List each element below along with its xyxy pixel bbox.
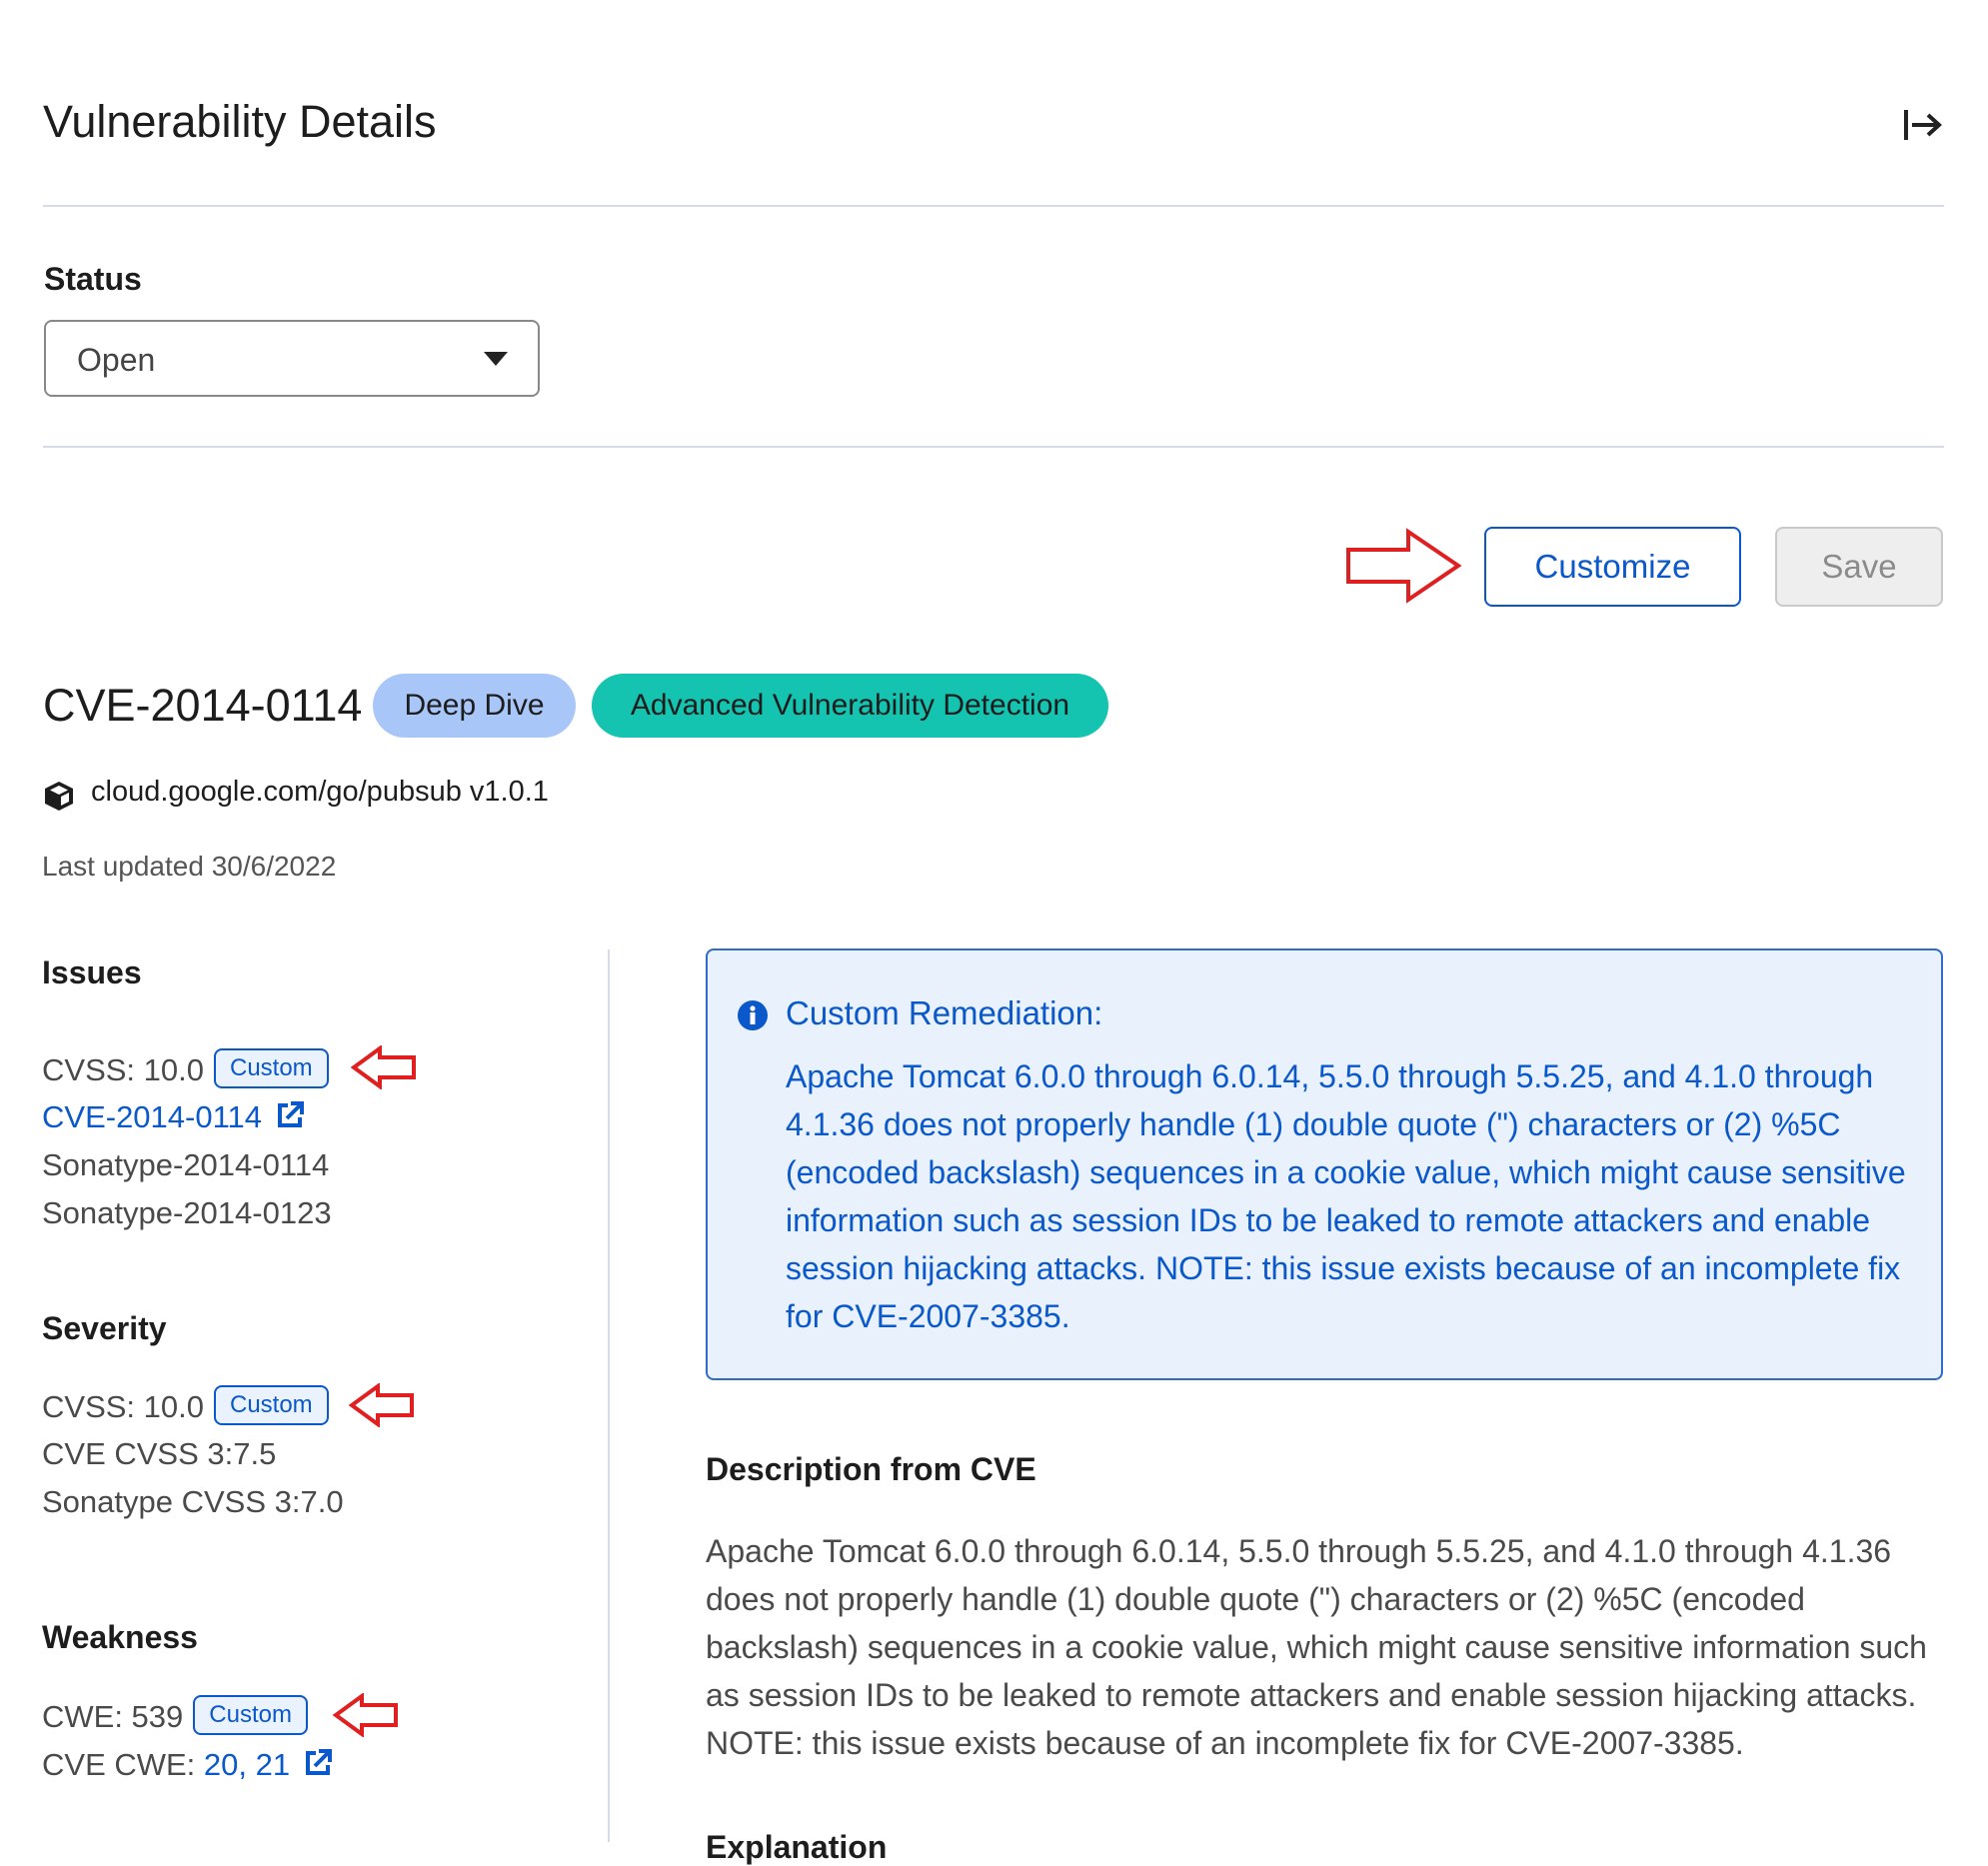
issues-cve-link-row: CVE-2014-0114 [42,1099,306,1135]
cve-cwe-label: CVE CWE: [42,1747,204,1782]
status-label: Status [44,261,142,297]
explanation-heading: Explanation [706,1829,888,1865]
status-select-value: Open [77,342,156,378]
custom-badge: Custom [213,1048,329,1088]
external-link-icon[interactable] [274,1099,306,1131]
custom-remediation-text: Apache Tomcat 6.0.0 through 6.0.14, 5.5.… [786,1058,1906,1334]
cve-link[interactable]: CVE-2014-0114 [42,1099,262,1134]
info-icon [738,1000,768,1030]
cve-cwe-row: CVE CWE: 20, 21 [42,1747,334,1783]
cve-cwe-links[interactable]: 20, 21 [204,1747,290,1782]
annotation-arrow-right-icon [1346,528,1462,604]
collapse-right-icon[interactable] [1902,104,1944,146]
external-link-icon[interactable] [302,1747,334,1779]
panel-title: Vulnerability Details [43,96,437,147]
package-icon [45,782,73,811]
annotation-arrow-left-icon [348,1383,414,1427]
custom-badge: Custom [193,1695,308,1735]
customize-button[interactable]: Customize [1484,527,1741,607]
divider [43,205,1944,207]
severity-cvss-value: CVSS: 10.0 [42,1389,204,1425]
issues-cvss-row: CVSS: 10.0 Custom [42,1048,329,1092]
deep-dive-badge: Deep Dive [373,674,576,738]
sonatype-cvss-line: Sonatype CVSS 3:7.0 [42,1484,344,1519]
divider [43,446,1944,448]
description-text: Apache Tomcat 6.0.0 through 6.0.14, 5.5.… [706,1533,1927,1761]
caret-down-icon [484,352,508,366]
column-divider [608,949,610,1842]
last-updated: Last updated 30/6/2022 [42,851,337,882]
vulnerability-id: CVE-2014-0114 [43,680,363,731]
cwe-row: CWE: 539 Custom [42,1695,308,1739]
annotation-arrow-left-icon [332,1693,398,1737]
cwe-value: CWE: 539 [42,1699,184,1735]
description-heading: Description from CVE [706,1451,1036,1487]
custom-remediation-title: Custom Remediation: [786,994,1103,1031]
annotation-arrow-left-icon [350,1045,416,1089]
status-select[interactable]: Open [44,320,540,397]
avd-badge: Advanced Vulnerability Detection [592,674,1108,738]
weakness-heading: Weakness [42,1619,198,1655]
severity-cvss-row: CVSS: 10.0 Custom [42,1385,329,1429]
cve-cvss-line: CVE CVSS 3:7.5 [42,1436,277,1471]
severity-heading: Severity [42,1310,167,1346]
sonatype-id: Sonatype-2014-0114 [42,1147,330,1182]
issues-cvss-value: CVSS: 10.0 [42,1052,204,1088]
sonatype-id: Sonatype-2014-0123 [42,1195,332,1230]
package-name: cloud.google.com/go/pubsub v1.0.1 [91,776,549,808]
save-button[interactable]: Save [1775,527,1943,607]
issues-heading: Issues [42,954,142,990]
custom-badge: Custom [213,1385,329,1425]
